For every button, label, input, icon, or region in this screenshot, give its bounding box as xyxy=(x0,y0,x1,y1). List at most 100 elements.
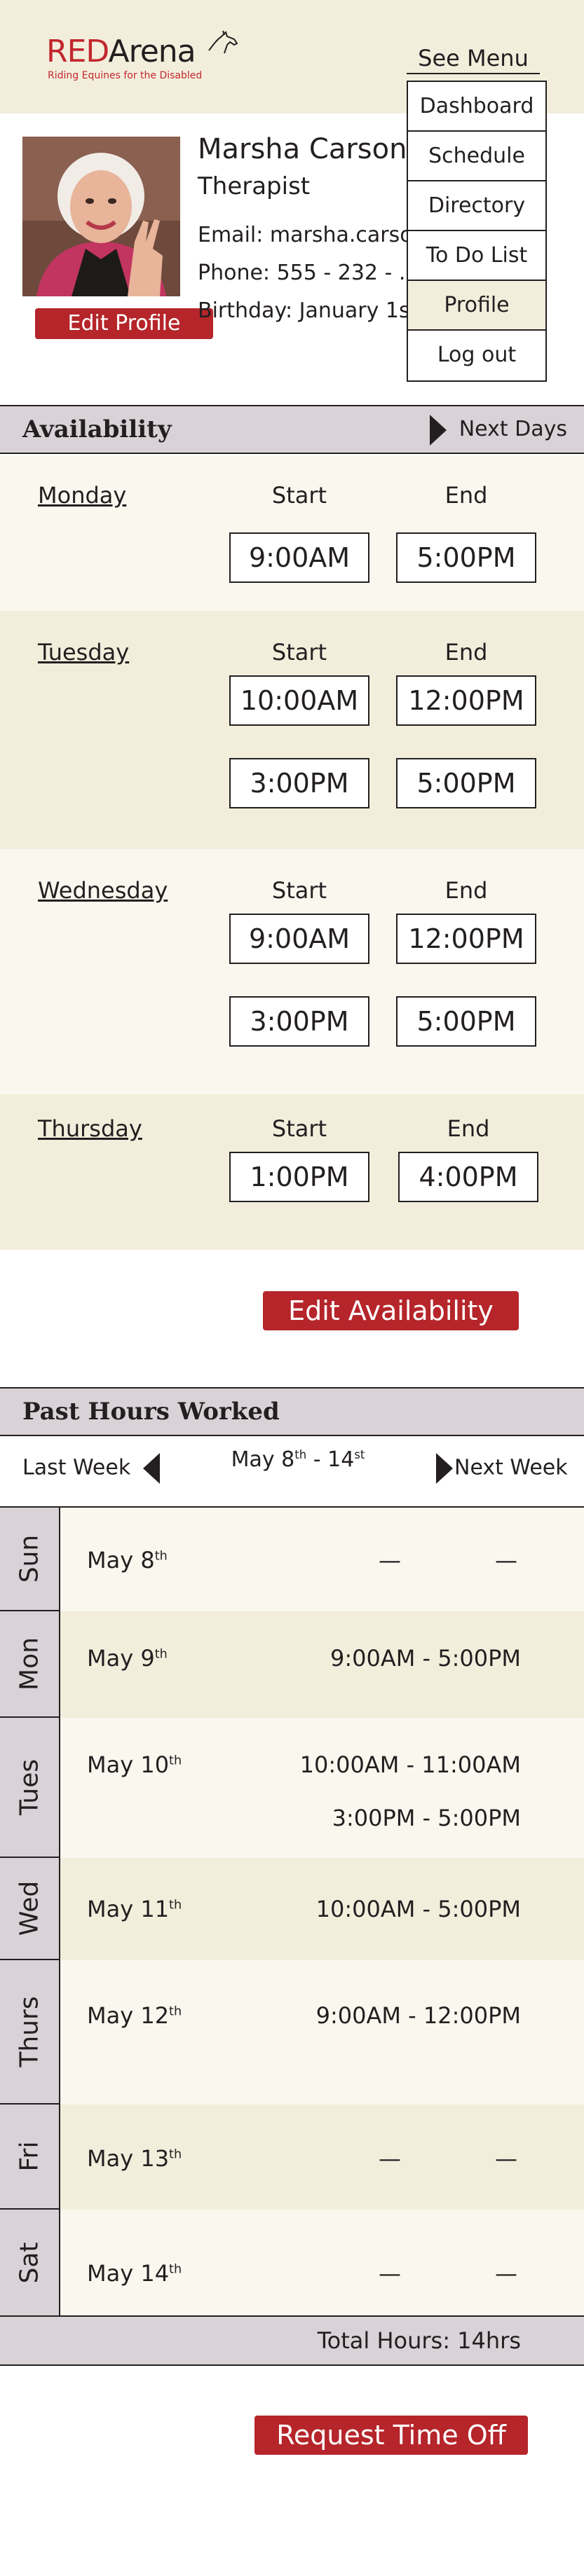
profile-birthday: Birthday: January 1st xyxy=(198,298,419,323)
empty-dash: — xyxy=(495,2260,517,2287)
caret-left-icon xyxy=(142,1453,160,1484)
dow-text: Fri xyxy=(15,2141,44,2172)
logo[interactable]: REDArena Riding Equines for the Disabled xyxy=(46,30,257,90)
next-week-button[interactable]: Next Week xyxy=(436,1453,568,1484)
hours-row-sat: Sat May 14th — — xyxy=(0,2210,584,2315)
range-end: - 14 xyxy=(306,1447,355,1472)
row-hours: 10:00AM - 5:00PM xyxy=(315,1896,521,1922)
start-time-field[interactable]: 3:00PM xyxy=(229,996,369,1047)
start-time-field[interactable]: 1:00PM xyxy=(229,1152,369,1202)
start-time-field[interactable]: 9:00AM xyxy=(229,532,369,583)
end-time-field[interactable]: 12:00PM xyxy=(396,675,536,726)
empty-dash: — xyxy=(379,2145,401,2172)
start-label: Start xyxy=(271,1115,327,1142)
dow-text: Sat xyxy=(15,2241,44,2284)
menu-item-directory[interactable]: Directory xyxy=(408,181,545,231)
request-time-off-button[interactable]: Request Time Off xyxy=(254,2416,528,2455)
row-date-text: May 14 xyxy=(87,2260,170,2287)
row-date-sup: th xyxy=(169,1754,182,1768)
row-hours: 3:00PM - 5:00PM xyxy=(332,1805,521,1831)
row-date: May 12th xyxy=(87,2002,182,2029)
start-label: Start xyxy=(271,877,327,904)
dow-text: Sun xyxy=(15,1534,44,1583)
row-date: May 13th xyxy=(87,2145,182,2172)
empty-dash: — xyxy=(379,2260,401,2287)
dow-label: Sat xyxy=(0,2210,60,2315)
row-date: May 11th xyxy=(87,1896,182,1922)
day-name-monday[interactable]: Monday xyxy=(38,482,126,509)
hours-row-sun: Sun May 8th — — xyxy=(0,1506,584,1611)
last-week-button[interactable]: Last Week xyxy=(22,1453,160,1484)
next-days-button[interactable]: Next Days xyxy=(429,406,567,453)
profile-name: Marsha Carson xyxy=(198,133,407,165)
end-time-field[interactable]: 5:00PM xyxy=(396,996,536,1047)
availability-title: Availability xyxy=(22,415,172,443)
row-date-text: May 8 xyxy=(87,1547,155,1573)
edit-availability-button[interactable]: Edit Availability xyxy=(263,1291,519,1330)
day-name-thursday[interactable]: Thursday xyxy=(38,1115,142,1142)
row-date-sup: th xyxy=(169,1898,182,1913)
range-start: May 8 xyxy=(231,1447,295,1472)
dow-text: Wed xyxy=(15,1880,44,1936)
logo-wordmark: REDArena xyxy=(46,34,196,69)
empty-dash: — xyxy=(495,1547,517,1573)
row-hours: 9:00AM - 12:00PM xyxy=(315,2002,521,2029)
row-date-sup: th xyxy=(169,2004,182,2019)
next-week-label: Next Week xyxy=(454,1455,568,1480)
range-start-sup: th xyxy=(294,1448,307,1461)
past-hours-title: Past Hours Worked xyxy=(22,1398,280,1426)
menu-item-logout[interactable]: Log out xyxy=(408,331,545,380)
row-date-text: May 12 xyxy=(87,2002,170,2029)
nav-menu: Dashboard Schedule Directory To Do List … xyxy=(407,81,547,382)
hours-row-wed: Wed May 11th 10:00AM - 5:00PM xyxy=(0,1858,584,1960)
edit-profile-button[interactable]: Edit Profile xyxy=(35,308,213,339)
start-time-field[interactable]: 3:00PM xyxy=(229,758,369,808)
dow-label: Mon xyxy=(0,1611,60,1718)
start-time-field[interactable]: 10:00AM xyxy=(229,675,369,726)
row-date-sup: th xyxy=(154,1549,168,1564)
profile-role: Therapist xyxy=(198,172,311,200)
end-time-field[interactable]: 5:00PM xyxy=(396,758,536,808)
empty-dash: — xyxy=(495,2145,517,2172)
availability-day-thursday: Thursday Start End 1:00PM 4:00PM xyxy=(0,1094,584,1250)
menu-item-dashboard[interactable]: Dashboard xyxy=(408,82,545,132)
row-date-text: May 10 xyxy=(87,1751,170,1778)
next-days-label: Next Days xyxy=(459,417,567,441)
see-menu-toggle[interactable]: See Menu xyxy=(407,42,540,74)
row-hours: 10:00AM - 11:00AM xyxy=(299,1751,521,1778)
row-date: May 10th xyxy=(87,1751,182,1778)
day-name-tuesday[interactable]: Tuesday xyxy=(38,639,129,666)
row-hours: 9:00AM - 5:00PM xyxy=(330,1645,521,1672)
availability-day-wednesday: Wednesday Start End 9:00AM 12:00PM 3:00P… xyxy=(0,849,584,1094)
logo-red-text: RED xyxy=(46,34,109,69)
row-date-sup: th xyxy=(169,2147,182,2162)
row-date: May 9th xyxy=(87,1645,168,1672)
hours-row-fri: Fri May 13th — — xyxy=(0,2105,584,2210)
end-label: End xyxy=(444,639,488,666)
hours-row-tues: Tues May 10th 10:00AM - 11:00AM 3:00PM -… xyxy=(0,1718,584,1858)
avatar-photo xyxy=(22,137,180,296)
dow-text: Tues xyxy=(15,1758,44,1816)
dow-label: Tues xyxy=(0,1718,60,1858)
dow-text: Mon xyxy=(15,1637,44,1690)
end-time-field[interactable]: 12:00PM xyxy=(396,914,536,964)
menu-item-schedule[interactable]: Schedule xyxy=(408,132,545,181)
empty-dash: — xyxy=(379,1547,401,1573)
start-time-field[interactable]: 9:00AM xyxy=(229,914,369,964)
week-nav: Last Week May 8th - 14st Next Week xyxy=(0,1435,584,1505)
end-time-field[interactable]: 4:00PM xyxy=(398,1152,538,1202)
menu-item-todo-list[interactable]: To Do List xyxy=(408,231,545,281)
total-hours-label: Total Hours: 14hrs xyxy=(317,2327,521,2354)
row-date-text: May 9 xyxy=(87,1645,155,1672)
horse-icon xyxy=(208,30,238,54)
caret-right-icon xyxy=(429,414,447,446)
start-label: Start xyxy=(271,482,327,509)
range-end-sup: st xyxy=(354,1448,365,1461)
availability-header: Availability Next Days xyxy=(0,405,584,454)
menu-item-profile[interactable]: Profile xyxy=(408,281,545,331)
end-time-field[interactable]: 5:00PM xyxy=(396,532,536,583)
end-label: End xyxy=(444,482,488,509)
end-label: End xyxy=(444,877,488,904)
end-label: End xyxy=(447,1115,490,1142)
day-name-wednesday[interactable]: Wednesday xyxy=(38,877,168,904)
